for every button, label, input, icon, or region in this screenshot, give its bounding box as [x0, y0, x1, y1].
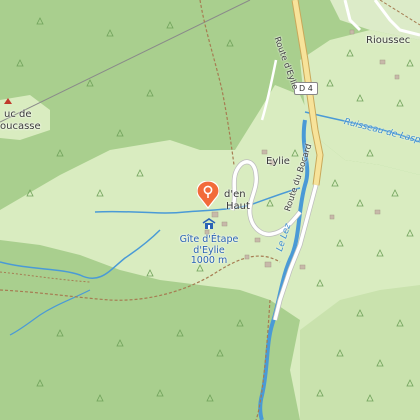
- hamlet-label-2: Haut: [226, 201, 250, 212]
- gite-label[interactable]: Gîte d'Étape d'Eylie 1000 m: [178, 235, 240, 266]
- rioussec-label: Rioussec: [366, 35, 411, 46]
- village-eylie-label: Eylie: [266, 156, 290, 167]
- gite-altitude: 1000 m: [190, 255, 228, 266]
- hamlet-label-1: d'en: [224, 189, 246, 200]
- map-base: [0, 0, 420, 420]
- gite-icon[interactable]: [202, 218, 216, 230]
- summit-label-2: oucasse: [0, 121, 41, 132]
- gite-name-line1: Gîte d'Étape: [179, 234, 239, 245]
- summit-label-1: uc de: [4, 109, 32, 120]
- map-pin-icon[interactable]: [197, 181, 219, 209]
- gite-name-line2: d'Eylie: [193, 244, 225, 256]
- map-canvas[interactable]: uc de oucasse Eylie d'en Haut Rioussec D…: [0, 0, 420, 420]
